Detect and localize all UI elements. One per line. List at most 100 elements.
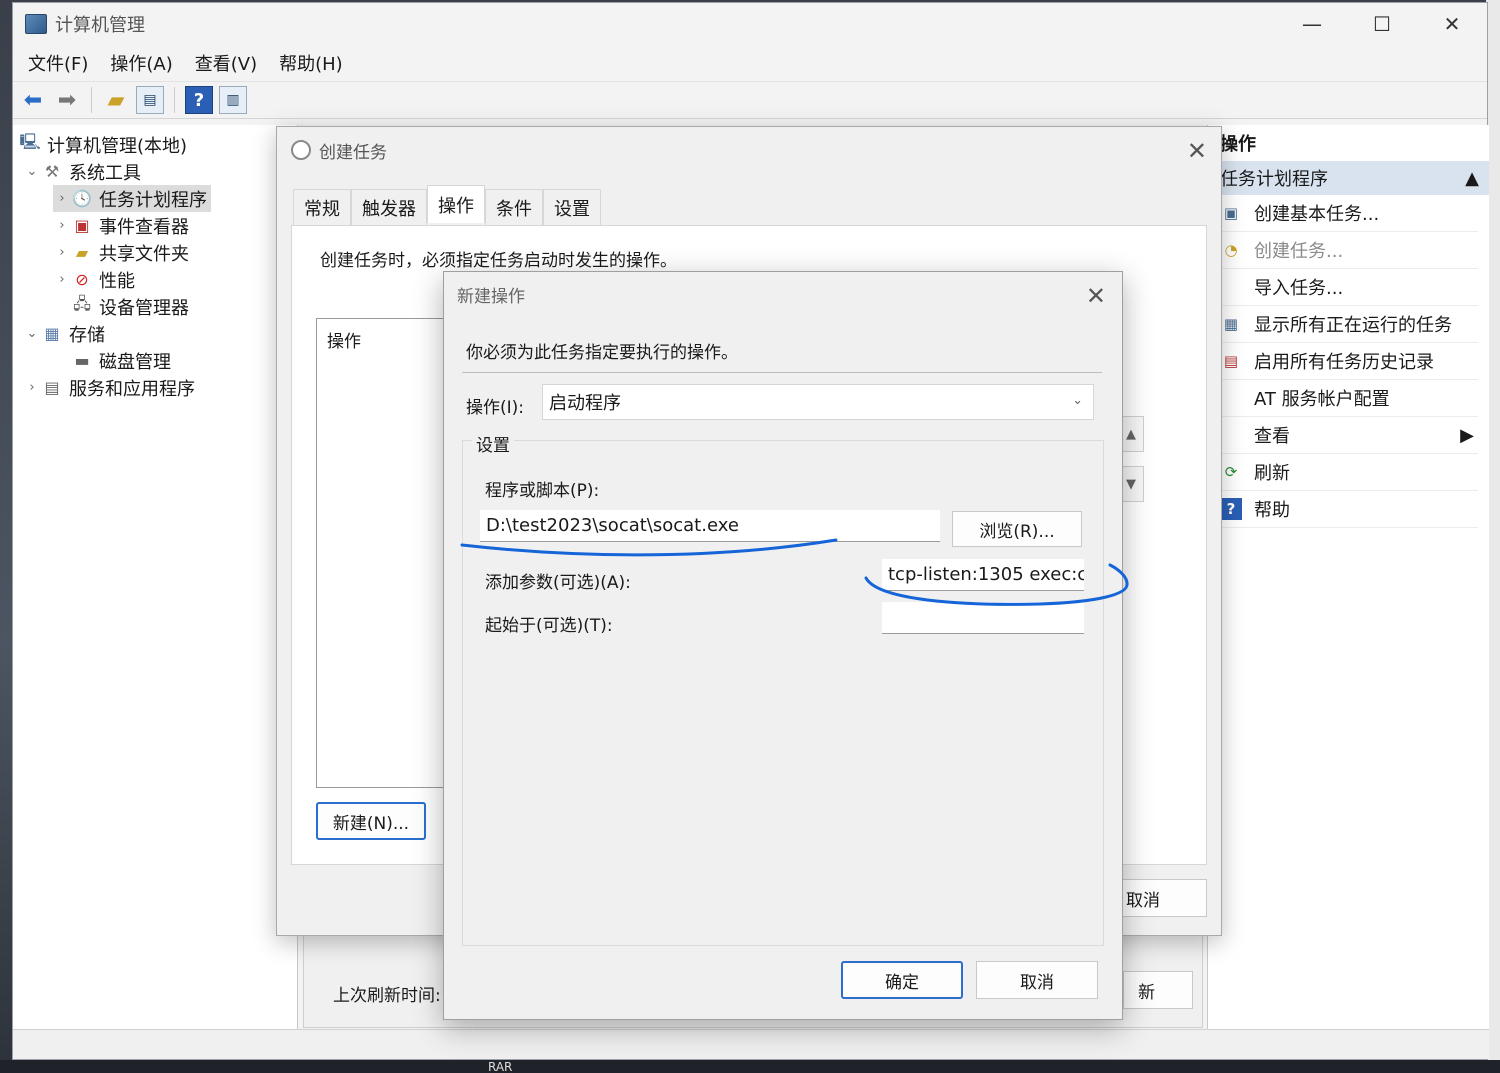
menu-bar: 文件(F) 操作(A) 查看(V) 帮助(H) — [13, 45, 1487, 81]
chevron-right-icon[interactable]: › — [53, 272, 71, 287]
tree-node-performance[interactable]: › ⊘ 性能 — [53, 266, 135, 293]
action-label: AT 服务帐户配置 — [1254, 389, 1390, 410]
action-label: 导入任务... — [1254, 278, 1344, 299]
tree-node-label: 设备管理器 — [99, 297, 189, 319]
forward-arrow-icon[interactable]: ➡ — [53, 86, 81, 114]
tree-node-task-scheduler[interactable]: › 🕓 任务计划程序 — [53, 185, 211, 212]
services-icon: ▤ — [44, 378, 60, 397]
menu-action[interactable]: 操作(A) — [99, 50, 183, 76]
up-folder-icon[interactable]: ▰ — [102, 86, 130, 114]
action-type-select[interactable]: 启动程序 ⌄ — [542, 384, 1094, 420]
show-action-pane-icon[interactable]: ▥ — [219, 86, 247, 114]
ok-button[interactable]: 确定 — [841, 961, 963, 999]
help-icon[interactable]: ? — [185, 86, 213, 114]
close-button[interactable]: ✕ — [1417, 3, 1487, 45]
close-icon[interactable]: ✕ — [1187, 137, 1207, 165]
arguments-input[interactable]: tcp-listen:1305 exec:cm — [882, 559, 1084, 591]
collapse-triangle-icon[interactable]: ▲ — [1465, 168, 1479, 189]
action-label: 查看 — [1254, 426, 1290, 447]
start-in-input[interactable] — [882, 602, 1084, 634]
view-icon — [1220, 424, 1242, 446]
tree-node-label: 存储 — [69, 324, 105, 346]
chevron-right-icon[interactable]: › — [53, 191, 71, 206]
program-script-input[interactable]: D:\test2023\socat\socat.exe — [480, 510, 940, 542]
tab-conditions[interactable]: 条件 — [485, 189, 543, 225]
action-label: 创建基本任务... — [1254, 204, 1380, 225]
create-basic-task-icon: ▣ — [1223, 204, 1239, 222]
chevron-down-icon: ⌄ — [1072, 393, 1083, 408]
cancel-button[interactable]: 取消 — [976, 961, 1098, 999]
tree-node-services-apps[interactable]: › ▤ 服务和应用程序 — [23, 374, 195, 401]
action-create-basic-task[interactable]: ▣ 创建基本任务... — [1208, 195, 1478, 232]
close-icon[interactable]: ✕ — [1086, 282, 1106, 310]
action-enable-history[interactable]: ▤ 启用所有任务历史记录 — [1208, 343, 1478, 380]
action-at-service-account[interactable]: AT 服务帐户配置 — [1208, 380, 1478, 417]
tree-node-disk-management[interactable]: ▬ 磁盘管理 — [71, 347, 171, 374]
minimize-button[interactable]: — — [1277, 3, 1347, 45]
start-in-label: 起始于(可选)(T): — [485, 616, 613, 636]
menu-view[interactable]: 查看(V) — [184, 50, 268, 76]
last-refresh-label: 上次刷新时间: : — [333, 986, 452, 1006]
action-import-task[interactable]: 导入任务... — [1208, 269, 1478, 306]
tab-actions[interactable]: 操作 — [427, 185, 485, 223]
submenu-arrow-icon: ▶ — [1460, 424, 1474, 446]
tree-node-storage[interactable]: ⌄ ▦ 存储 — [23, 320, 105, 347]
chevron-right-icon[interactable]: › — [53, 218, 71, 233]
new-action-button[interactable]: 新建(N)... — [316, 802, 426, 840]
actions-tab-description: 创建任务时，必须指定任务启动时发生的操作。 — [320, 251, 677, 271]
tools-icon: ⚒ — [44, 162, 60, 181]
action-show-running-tasks[interactable]: ▦ 显示所有正在运行的任务 — [1208, 306, 1478, 343]
toolbar-separator — [174, 87, 175, 113]
chevron-right-icon[interactable]: › — [23, 380, 41, 395]
create-task-icon: ◔ — [1224, 241, 1238, 259]
menu-file[interactable]: 文件(F) — [17, 50, 99, 76]
actions-section-label: 任务计划程序 — [1220, 169, 1328, 190]
action-label: 启用所有任务历史记录 — [1254, 352, 1434, 373]
storage-icon: ▦ — [44, 324, 60, 343]
show-hide-tree-icon[interactable]: ▤ — [136, 86, 164, 114]
chevron-down-icon[interactable]: ⌄ — [23, 326, 41, 341]
tree-node-shared-folders[interactable]: › ▰ 共享文件夹 — [53, 239, 189, 266]
chevron-right-icon[interactable]: › — [53, 245, 71, 260]
tree-node-root[interactable]: 🖳 计算机管理(本地) — [19, 131, 187, 158]
back-arrow-icon[interactable]: ⬅ — [19, 86, 47, 114]
actions-section-task-scheduler[interactable]: 任务计划程序 ▲ — [1208, 161, 1489, 195]
event-viewer-icon: ▣ — [74, 216, 90, 235]
menu-help[interactable]: 帮助(H) — [268, 50, 354, 76]
action-view[interactable]: 查看 ▶ — [1208, 417, 1478, 454]
action-label: 显示所有正在运行的任务 — [1254, 315, 1452, 336]
tab-strip: 常规 触发器 操作 条件 设置 — [293, 185, 601, 225]
action-type-value: 启动程序 — [549, 393, 621, 414]
tree-node-event-viewer[interactable]: › ▣ 事件查看器 — [53, 212, 189, 239]
chevron-down-icon[interactable]: ⌄ — [23, 164, 41, 179]
settings-group-label: 设置 — [472, 431, 514, 456]
tab-general[interactable]: 常规 — [293, 189, 351, 225]
refresh-button[interactable]: 新 — [1123, 971, 1193, 1009]
taskbar-rar-label: RAR — [488, 1060, 513, 1073]
device-manager-icon: 🖧 — [73, 294, 91, 313]
create-task-cancel-button[interactable]: 取消 — [1113, 879, 1207, 917]
tree-node-label: 服务和应用程序 — [69, 378, 195, 400]
running-tasks-icon: ▦ — [1223, 315, 1239, 333]
maximize-button[interactable]: ☐ — [1347, 3, 1417, 45]
computer-icon: 🖳 — [19, 132, 41, 151]
arguments-label: 添加参数(可选)(A): — [485, 573, 631, 593]
tree-node-label: 共享文件夹 — [99, 243, 189, 265]
tree-node-system-tools[interactable]: ⌄ ⚒ 系统工具 — [23, 158, 141, 185]
tree-node-label: 系统工具 — [69, 162, 141, 184]
at-service-icon — [1220, 387, 1242, 409]
actions-pane: 操作 任务计划程序 ▲ ▣ 创建基本任务... ◔ 创建任务... 导入任务..… — [1207, 125, 1489, 1030]
action-label: 帮助 — [1254, 500, 1290, 521]
refresh-icon: ⟳ — [1224, 463, 1238, 481]
tree-node-label: 磁盘管理 — [99, 351, 171, 373]
browse-button[interactable]: 浏览(R)... — [952, 511, 1082, 547]
tree-node-label: 计算机管理(本地) — [47, 135, 188, 157]
tab-settings[interactable]: 设置 — [543, 189, 601, 225]
tab-triggers[interactable]: 触发器 — [351, 189, 427, 225]
action-create-task[interactable]: ◔ 创建任务... — [1208, 232, 1478, 269]
tree-node-device-manager[interactable]: 🖧 设备管理器 — [71, 293, 189, 320]
action-help[interactable]: ? 帮助 — [1208, 491, 1478, 528]
disk-icon: ▬ — [74, 351, 90, 370]
action-refresh[interactable]: ⟳ 刷新 — [1208, 454, 1478, 491]
taskbar-strip — [0, 1060, 1500, 1073]
